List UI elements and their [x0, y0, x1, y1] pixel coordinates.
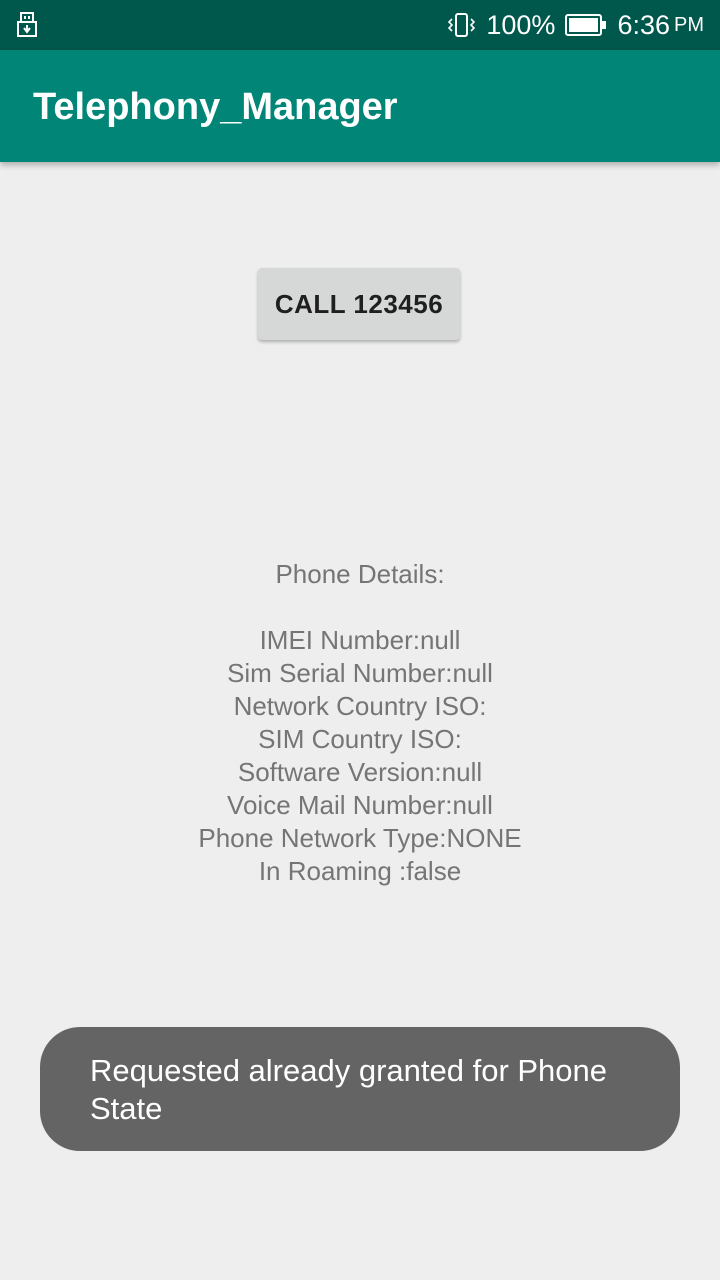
- clock-ampm: PM: [674, 13, 704, 36]
- software-version: Software Version:null: [237, 757, 483, 787]
- toast-message: Requested already granted for Phone Stat…: [40, 1027, 680, 1151]
- battery-percent: 100%: [486, 9, 556, 40]
- battery-icon: [565, 13, 607, 37]
- app-title: Telephony_Manager: [33, 86, 398, 128]
- phone-details: Phone Details: IMEI Number:null Sim Seri…: [0, 558, 720, 888]
- sim-country-iso: SIM Country ISO:: [258, 724, 462, 754]
- network-country-iso: Network Country ISO:: [233, 691, 487, 721]
- app-bar: Telephony_Manager: [0, 50, 720, 162]
- usb-icon: [16, 12, 40, 38]
- call-button[interactable]: CALL 123456: [258, 268, 460, 340]
- status-bar: 100% 6:36 PM: [0, 0, 720, 50]
- in-roaming: In Roaming :false: [258, 856, 462, 886]
- sim-serial-number: Sim Serial Number:null: [227, 658, 493, 688]
- phone-details-heading: Phone Details:: [275, 559, 445, 589]
- imei-number: IMEI Number:null: [259, 625, 461, 655]
- clock-time: 6:36: [617, 9, 670, 40]
- vibrate-icon: [446, 10, 476, 40]
- phone-network-type: Phone Network Type:NONE: [198, 823, 522, 853]
- voice-mail-number: Voice Mail Number:null: [227, 790, 493, 820]
- status-right: 100% 6:36 PM: [446, 0, 704, 50]
